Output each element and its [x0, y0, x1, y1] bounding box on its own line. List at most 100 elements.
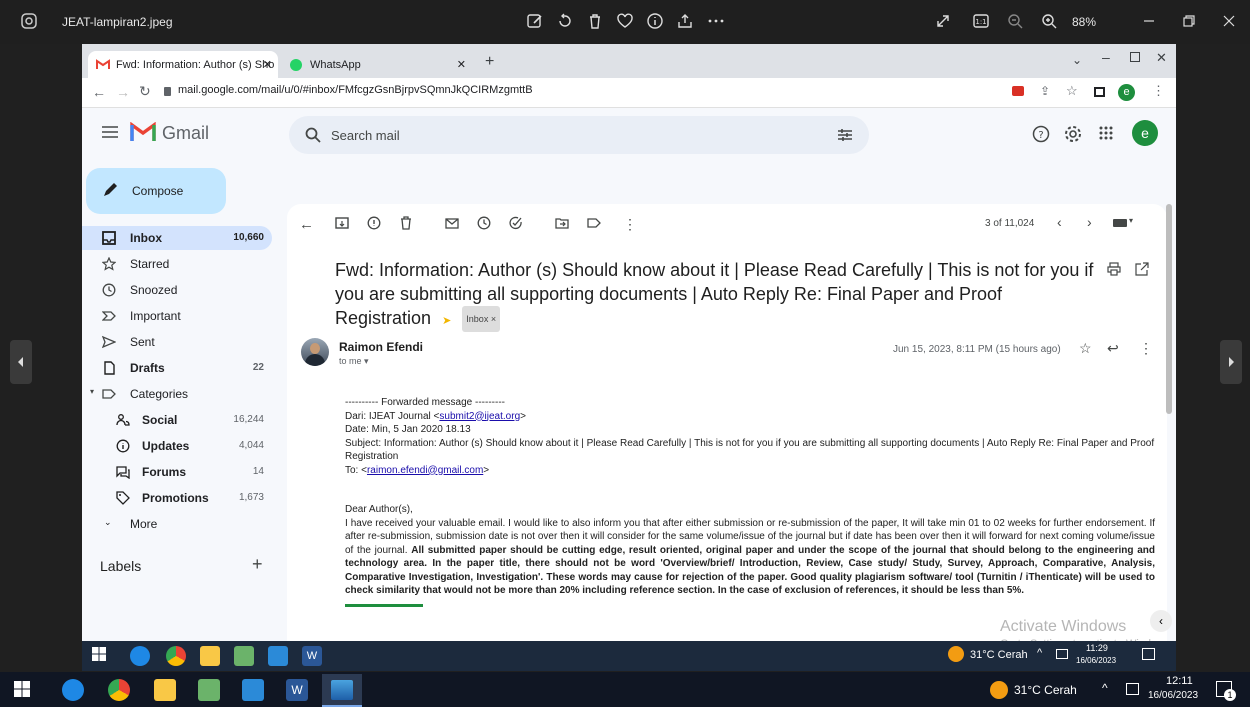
help-icon[interactable]: ? [1032, 125, 1050, 143]
sidebar-item-more[interactable]: ⌄ More [82, 512, 272, 536]
add-label-icon[interactable]: + [252, 554, 263, 575]
network-icon[interactable] [1126, 683, 1139, 695]
to-email-link[interactable]: raimon.efendi@gmail.com [367, 465, 483, 476]
word-icon[interactable]: W [302, 646, 322, 666]
tab-close-icon[interactable]: ✕ [457, 58, 466, 71]
sender-avatar[interactable] [301, 338, 329, 366]
word-icon[interactable]: W [286, 679, 308, 701]
input-tools-icon[interactable] [1113, 219, 1127, 227]
archive-icon[interactable] [335, 216, 351, 232]
actual-size-icon[interactable]: 1:1 [972, 12, 992, 32]
label-icon[interactable] [587, 216, 603, 232]
search-input[interactable]: Search mail [331, 128, 400, 143]
notification-center-icon[interactable]: 1 [1216, 681, 1236, 701]
recipient-line[interactable]: to me ▾ [339, 356, 369, 367]
sidebar-item-social[interactable]: Social 16,244 [82, 408, 272, 432]
tab-whatsapp[interactable]: WhatsApp ✕ [282, 51, 472, 78]
search-icon[interactable] [305, 127, 321, 143]
network-icon[interactable] [1056, 649, 1068, 659]
previous-image-button[interactable] [10, 340, 32, 384]
favorite-icon[interactable] [616, 12, 636, 32]
add-task-icon[interactable] [509, 216, 525, 232]
caret-down-icon[interactable]: ▾ [1129, 216, 1133, 225]
sidebar-item-important[interactable]: Important [82, 304, 272, 328]
snooze-icon[interactable] [477, 216, 493, 232]
info-icon[interactable] [646, 12, 666, 32]
weather-text[interactable]: 31°C Cerah [970, 649, 1028, 661]
weather-text[interactable]: 31°C Cerah [1014, 683, 1077, 697]
new-tab-icon[interactable]: + [485, 53, 494, 71]
back-icon[interactable]: ← [92, 84, 106, 100]
browser-menu-icon[interactable]: ⋮ [1152, 83, 1165, 99]
tab-gmail[interactable]: Fwd: Information: Author (s) Sho ✕ [88, 51, 278, 78]
sidebar-item-promotions[interactable]: Promotions 1,673 [82, 486, 272, 510]
close-icon[interactable] [1220, 12, 1240, 32]
next-image-button[interactable] [1220, 340, 1242, 384]
window-minimize-icon[interactable]: – [1102, 49, 1110, 65]
reload-icon[interactable]: ↻ [139, 83, 151, 100]
profile-avatar[interactable]: e [1118, 84, 1135, 101]
sidebar-item-forums[interactable]: Forums 14 [82, 460, 272, 484]
restore-icon[interactable] [1180, 12, 1200, 32]
sidebar-item-categories[interactable]: ▾ Categories [82, 382, 272, 406]
sidebar-item-updates[interactable]: Updates 4,044 [82, 434, 272, 458]
minimize-icon[interactable] [1140, 12, 1160, 32]
collapse-panel-icon[interactable]: ‹ [1150, 610, 1172, 632]
file-explorer-icon[interactable] [200, 646, 220, 666]
tray-chevron-icon[interactable]: ^ [1037, 647, 1042, 659]
search-bar[interactable]: Search mail [289, 116, 869, 154]
star-message-icon[interactable]: ☆ [1079, 340, 1092, 357]
chrome-icon[interactable] [108, 679, 130, 701]
share-icon[interactable] [676, 12, 696, 32]
notification-icon[interactable] [1142, 648, 1155, 660]
zoom-out-icon[interactable] [1006, 12, 1026, 32]
apps-grid-icon[interactable] [1098, 125, 1114, 141]
open-new-window-icon[interactable] [1135, 262, 1149, 276]
reply-icon[interactable]: ↩ [1107, 340, 1119, 357]
importance-marker-icon[interactable]: ➤ [442, 315, 451, 327]
mark-unread-icon[interactable] [445, 216, 461, 232]
chrome-icon[interactable] [166, 646, 186, 666]
newer-icon[interactable]: › [1087, 214, 1092, 230]
from-email-link[interactable]: submit2@ijeat.org [439, 411, 520, 422]
more-icon[interactable] [706, 12, 726, 32]
window-restore-icon[interactable] [1130, 52, 1140, 62]
fullscreen-icon[interactable] [934, 12, 954, 32]
sidebar-item-drafts[interactable]: Drafts 22 [82, 356, 272, 380]
zoom-in-icon[interactable] [1040, 12, 1060, 32]
delete-icon[interactable] [399, 216, 415, 232]
search-options-icon[interactable] [837, 127, 853, 143]
rotate-icon[interactable] [556, 12, 576, 32]
file-explorer-icon[interactable] [154, 679, 176, 701]
share-page-icon[interactable]: ⇪ [1040, 84, 1050, 98]
edge-icon[interactable] [130, 646, 150, 666]
sidebar-item-starred[interactable]: Starred [82, 252, 272, 276]
move-to-icon[interactable] [555, 216, 571, 232]
extension-icon[interactable] [1012, 86, 1024, 96]
side-panel-icon[interactable] [1094, 87, 1105, 97]
back-to-inbox-icon[interactable]: ← [299, 216, 315, 233]
forward-icon[interactable]: → [116, 84, 130, 100]
older-icon[interactable]: ‹ [1057, 214, 1062, 230]
url-text[interactable]: mail.google.com/mail/u/0/#inbox/FMfcgzGs… [178, 84, 533, 96]
sidebar-item-sent[interactable]: Sent [82, 330, 272, 354]
paint-icon[interactable] [198, 679, 220, 701]
settings-gear-icon[interactable] [1064, 125, 1082, 143]
bookmark-star-icon[interactable]: ☆ [1066, 83, 1078, 99]
edit-image-icon[interactable] [526, 12, 546, 32]
tab-search-icon[interactable]: ⌄ [1072, 53, 1082, 67]
edge-icon[interactable] [62, 679, 84, 701]
inbox-label-chip[interactable]: Inbox × [462, 306, 501, 333]
window-close-icon[interactable]: ✕ [1156, 50, 1167, 66]
store-icon[interactable] [268, 646, 288, 666]
report-spam-icon[interactable] [367, 216, 383, 232]
account-avatar[interactable]: e [1132, 120, 1158, 146]
delete-icon[interactable] [586, 12, 606, 32]
sidebar-item-inbox[interactable]: Inbox 10,660 [82, 226, 272, 250]
store-icon[interactable] [242, 679, 264, 701]
windows-start-icon[interactable] [14, 681, 34, 701]
photos-taskbar-item[interactable] [322, 674, 362, 707]
windows-start-icon[interactable] [92, 647, 112, 667]
print-icon[interactable] [1107, 262, 1121, 276]
scrollbar-thumb[interactable] [1166, 204, 1172, 414]
